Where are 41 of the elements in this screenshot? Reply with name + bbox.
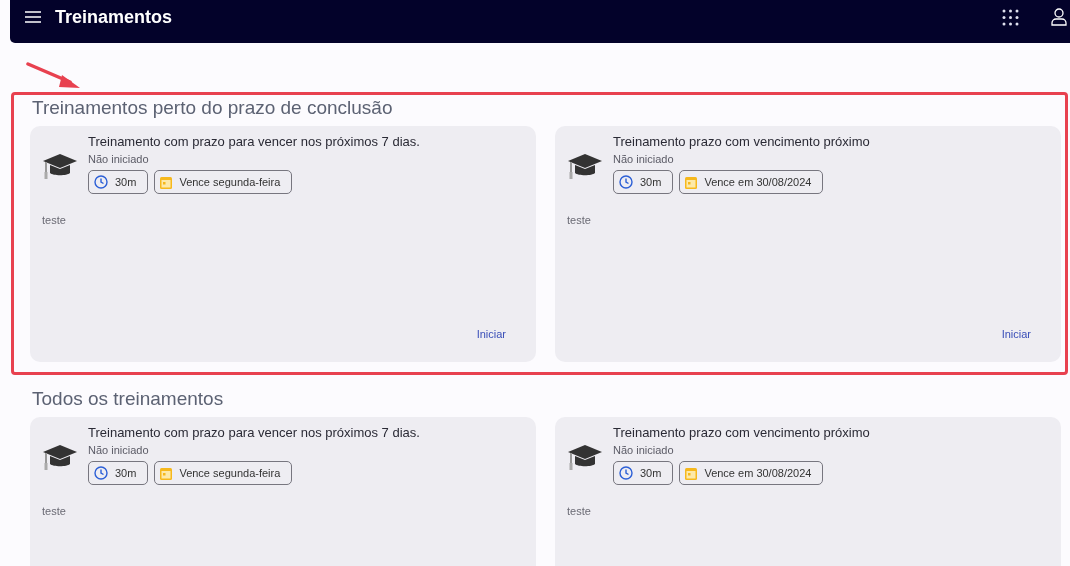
calendar-icon — [160, 175, 173, 189]
user-icon[interactable] — [1051, 8, 1067, 26]
graduation-cap-icon — [567, 443, 603, 473]
page-title: Treinamentos — [55, 6, 173, 28]
training-title: Treinamento prazo com vencimento próximo — [613, 134, 870, 149]
training-status: Não iniciado — [88, 444, 150, 456]
start-link[interactable]: Iniciar — [476, 328, 506, 340]
duration-chip: 30m — [88, 461, 149, 485]
training-title: Treinamento com prazo para vencer nos próximos 7 dias. — [88, 134, 420, 149]
training-description: teste — [567, 505, 592, 517]
training-status: Não iniciado — [88, 153, 150, 165]
training-description: teste — [42, 214, 67, 226]
duration-chip: 30m — [88, 170, 149, 194]
due-date-chip: Vence segunda-feira — [154, 461, 293, 485]
section-title: Treinamentos perto do prazo de conclusão — [32, 97, 394, 119]
clock-icon — [94, 175, 108, 189]
training-description: teste — [42, 505, 67, 517]
calendar-icon — [160, 466, 173, 480]
section-title: Todos os treinamentos — [32, 388, 225, 410]
clock-icon — [619, 175, 633, 189]
graduation-cap-icon — [42, 443, 78, 473]
clock-icon — [94, 466, 108, 480]
due-date-chip: Vence segunda-feira — [154, 170, 293, 194]
calendar-icon — [685, 175, 698, 189]
calendar-icon — [685, 466, 698, 480]
training-status: Não iniciado — [613, 153, 675, 165]
training-title: Treinamento prazo com vencimento próximo — [613, 425, 870, 440]
duration-chip: 30m — [613, 461, 674, 485]
training-description: teste — [567, 214, 592, 226]
clock-icon — [619, 466, 633, 480]
training-status: Não iniciado — [613, 444, 675, 456]
graduation-cap-icon — [42, 152, 78, 182]
duration-chip: 30m — [613, 170, 674, 194]
annotation-arrow — [26, 60, 82, 90]
menu-icon[interactable] — [25, 11, 41, 23]
due-date-chip: Vence em 30/08/2024 — [679, 170, 824, 194]
graduation-cap-icon — [567, 152, 603, 182]
due-date-chip: Vence em 30/08/2024 — [679, 461, 824, 485]
start-link[interactable]: Iniciar — [1001, 328, 1031, 340]
training-title: Treinamento com prazo para vencer nos próximos 7 dias. — [88, 425, 420, 440]
apps-grid-icon[interactable] — [1002, 8, 1019, 26]
